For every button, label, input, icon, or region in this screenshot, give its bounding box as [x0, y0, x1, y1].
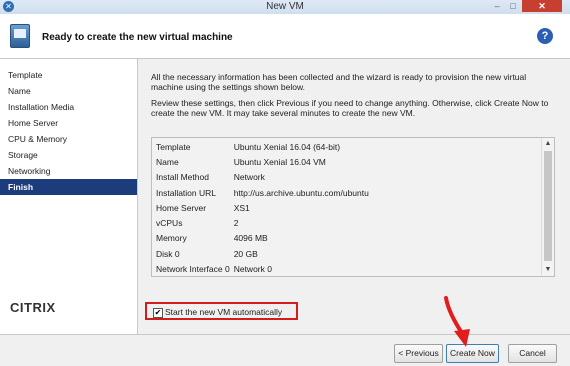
- window-title: New VM: [266, 1, 304, 12]
- main-panel: All the necessary information has been c…: [138, 59, 570, 334]
- minimize-button[interactable]: –: [490, 0, 504, 12]
- table-row: Disk 0 20 GB: [152, 246, 369, 261]
- nav-item-storage[interactable]: Storage: [0, 147, 137, 163]
- nav-item-finish[interactable]: Finish: [0, 179, 137, 195]
- setting-value: Network 0: [233, 264, 272, 275]
- table-row: Install Method Network: [152, 170, 369, 185]
- table-row: Name Ubuntu Xenial 16.04 VM: [152, 154, 369, 169]
- vertical-scrollbar[interactable]: ▲ ▼: [541, 138, 554, 276]
- setting-key: Install Method: [156, 172, 209, 183]
- intro-paragraph-2: Review these settings, then click Previo…: [151, 98, 549, 118]
- setting-value: Ubuntu Xenial 16.04 VM: [233, 156, 326, 167]
- settings-summary-list[interactable]: Template Ubuntu Xenial 16.04 (64-bit) Nam…: [151, 137, 555, 277]
- setting-value: 2: [233, 218, 239, 229]
- setting-key: Home Server: [156, 202, 207, 213]
- setting-key: Template: [156, 141, 191, 152]
- start-vm-highlight: ✔ Start the new VM automatically: [145, 302, 298, 320]
- nav-item-home-server[interactable]: Home Server: [0, 115, 137, 131]
- page-title: Ready to create the new virtual machine: [42, 32, 233, 43]
- setting-key: Disk 0: [156, 248, 180, 259]
- setting-key: vCPUs: [156, 218, 183, 229]
- create-now-button[interactable]: Create Now: [446, 344, 499, 363]
- setting-value: XS1: [233, 202, 250, 213]
- table-row: Network Interface 0 Network 0: [152, 261, 369, 276]
- nav-item-networking[interactable]: Networking: [0, 163, 137, 179]
- scroll-up-arrow-icon[interactable]: ▲: [542, 138, 554, 150]
- setting-value: http://us.archive.ubuntu.com/ubuntu: [233, 187, 369, 198]
- close-button[interactable]: ✕: [522, 0, 562, 12]
- nav-item-installation-media[interactable]: Installation Media: [0, 99, 137, 115]
- nav-item-name[interactable]: Name: [0, 83, 137, 99]
- start-vm-label[interactable]: Start the new VM automatically: [165, 307, 282, 317]
- setting-key: Network Interface 0: [156, 264, 230, 275]
- cancel-button[interactable]: Cancel: [508, 344, 557, 363]
- scroll-down-arrow-icon[interactable]: ▼: [542, 264, 554, 276]
- settings-table: Template Ubuntu Xenial 16.04 (64-bit) Nam…: [152, 139, 369, 276]
- start-vm-checkbox[interactable]: ✔: [153, 308, 163, 318]
- setting-value: 4096 MB: [233, 233, 268, 244]
- table-row: Home Server XS1: [152, 200, 369, 215]
- vm-wizard-icon: [10, 24, 30, 48]
- setting-value: Ubuntu Xenial 16.04 (64-bit): [233, 141, 341, 152]
- table-row: vCPUs 2: [152, 215, 369, 230]
- citrix-logo: CITRIX: [10, 300, 56, 315]
- setting-value: Network: [233, 172, 265, 183]
- wizard-steps-nav: Template Name Installation Media Home Se…: [0, 59, 138, 334]
- nav-item-template[interactable]: Template: [0, 67, 137, 83]
- intro-text: All the necessary information has been c…: [151, 72, 551, 124]
- setting-key: Memory: [156, 233, 187, 244]
- nav-item-cpu-memory[interactable]: CPU & Memory: [0, 131, 137, 147]
- table-row: Memory 4096 MB: [152, 231, 369, 246]
- wizard-footer: < Previous Create Now Cancel: [0, 334, 570, 366]
- wizard-header: Ready to create the new virtual machine …: [0, 14, 570, 59]
- scroll-thumb[interactable]: [544, 151, 552, 261]
- intro-paragraph-1: All the necessary information has been c…: [151, 72, 527, 92]
- help-icon[interactable]: ?: [537, 28, 553, 44]
- table-row: Installation URL http://us.archive.ubuntu…: [152, 185, 369, 200]
- title-bar: ✕ New VM – □ ✕: [0, 0, 570, 14]
- setting-value: 20 GB: [233, 248, 258, 259]
- setting-key: Installation URL: [156, 187, 217, 198]
- previous-button[interactable]: < Previous: [394, 344, 443, 363]
- table-row: Template Ubuntu Xenial 16.04 (64-bit): [152, 139, 369, 154]
- maximize-button[interactable]: □: [506, 0, 520, 12]
- setting-key: Name: [156, 156, 179, 167]
